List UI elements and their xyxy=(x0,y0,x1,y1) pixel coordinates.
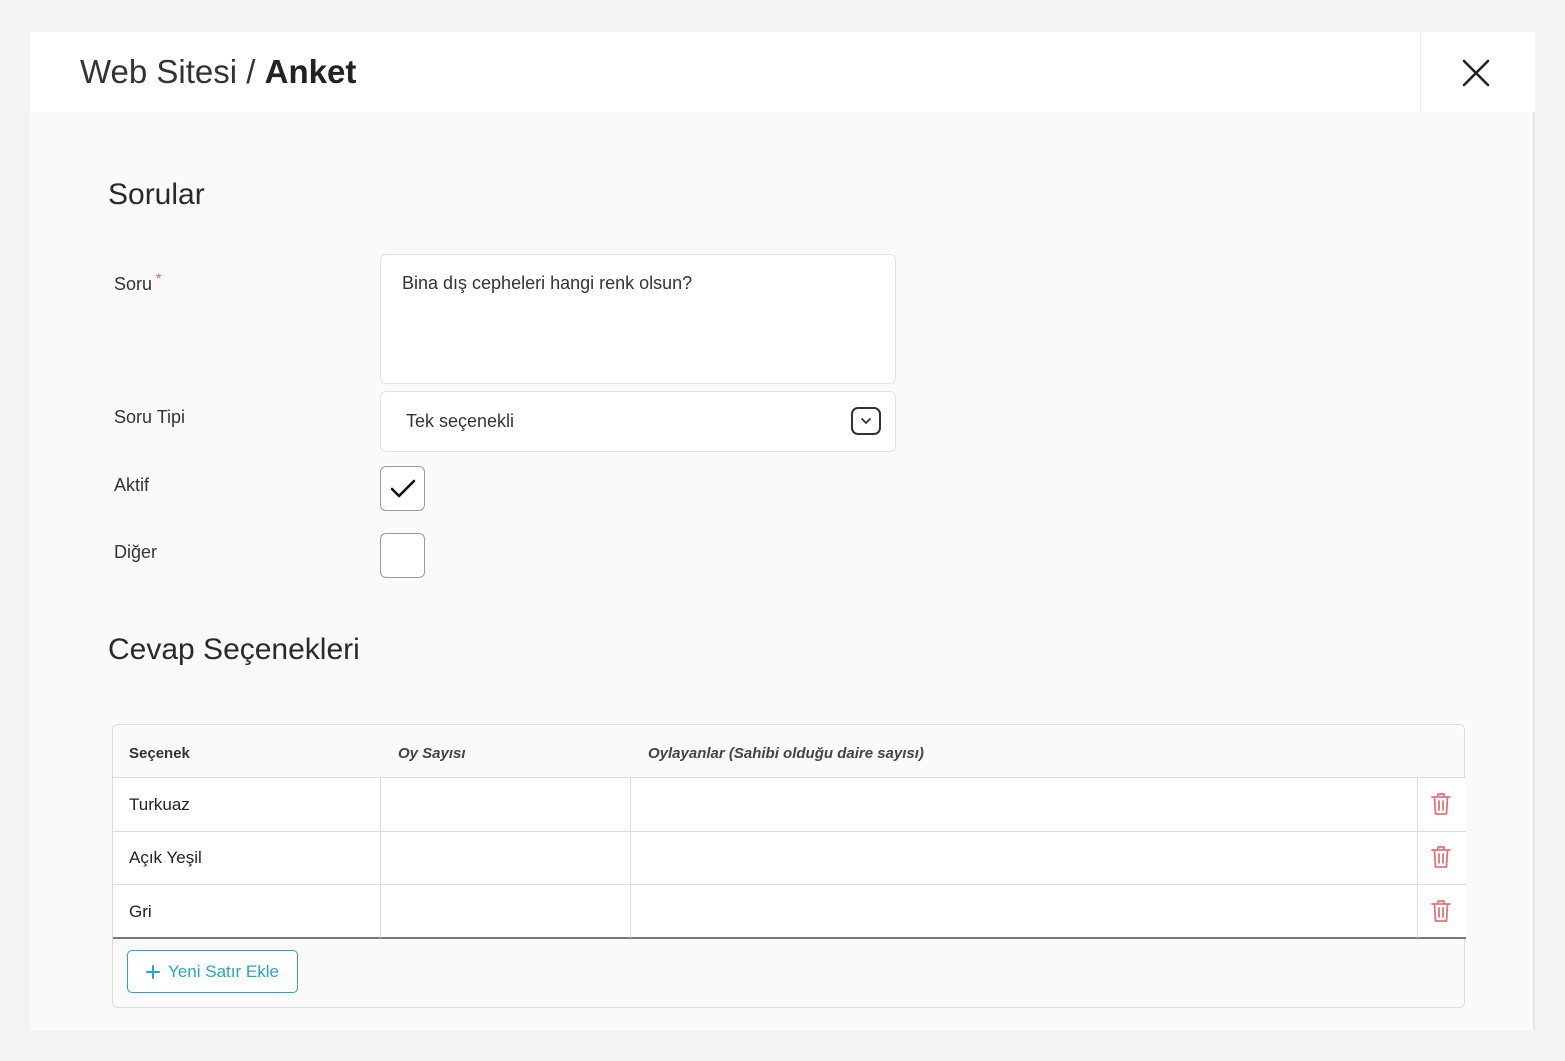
trash-icon[interactable] xyxy=(1429,844,1453,870)
section-title-questions: Sorular xyxy=(108,178,205,211)
close-button[interactable] xyxy=(1455,52,1497,94)
column-divider xyxy=(380,778,381,938)
question-label-text: Soru xyxy=(114,274,153,294)
question-label: Soru * xyxy=(114,270,161,295)
active-checkbox[interactable] xyxy=(380,466,425,511)
survey-modal: Web Sitesi / Anket Sorular Soru * Bina dı… xyxy=(30,32,1535,1030)
table-row: Turkuaz xyxy=(113,778,1466,831)
option-cell[interactable]: Açık Yeşil xyxy=(129,848,202,868)
section-title-answers: Cevap Seçenekleri xyxy=(108,633,360,666)
option-cell[interactable]: Gri xyxy=(129,902,152,922)
header-divider xyxy=(1420,32,1421,112)
table-row: Gri xyxy=(113,885,1466,938)
table-body-bottom-border xyxy=(113,937,1466,939)
required-mark: * xyxy=(156,270,162,286)
column-header-option: Seçenek xyxy=(129,745,190,762)
active-label: Aktif xyxy=(114,475,150,495)
breadcrumb-separator: / xyxy=(237,53,265,90)
chevron-down-icon xyxy=(851,407,881,435)
column-divider xyxy=(1417,778,1418,938)
question-textarea[interactable]: Bina dış cepheleri hangi renk olsun? xyxy=(380,254,896,384)
trash-icon[interactable] xyxy=(1429,898,1453,924)
table-row: Açık Yeşil xyxy=(113,832,1466,885)
breadcrumb-parent[interactable]: Web Sitesi xyxy=(80,53,237,90)
question-type-label: Soru Tipi xyxy=(114,407,186,427)
breadcrumb-current: Anket xyxy=(264,53,357,90)
other-checkbox[interactable] xyxy=(380,533,425,578)
option-cell[interactable]: Turkuaz xyxy=(129,795,190,815)
question-type-select[interactable]: Tek seçenekli xyxy=(380,391,896,452)
add-row-label: Yeni Satır Ekle xyxy=(168,961,279,981)
add-row-button[interactable]: Yeni Satır Ekle xyxy=(127,950,298,993)
other-label: Diğer xyxy=(114,542,158,562)
answer-options-table: Seçenek Oy Sayısı Oylayanlar (Sahibi old… xyxy=(112,724,1466,1008)
page-title: Web Sitesi / Anket xyxy=(80,52,356,92)
modal-header: Web Sitesi / Anket xyxy=(30,32,1535,112)
plus-icon xyxy=(146,964,161,979)
column-header-votes: Oy Sayısı xyxy=(398,745,466,762)
trash-icon[interactable] xyxy=(1429,791,1453,817)
column-divider xyxy=(630,778,631,938)
check-icon xyxy=(390,479,415,497)
column-header-voters: Oylayanlar (Sahibi olduğu daire sayısı) xyxy=(648,745,924,762)
close-icon xyxy=(1462,59,1490,87)
question-type-value: Tek seçenekli xyxy=(406,411,515,431)
